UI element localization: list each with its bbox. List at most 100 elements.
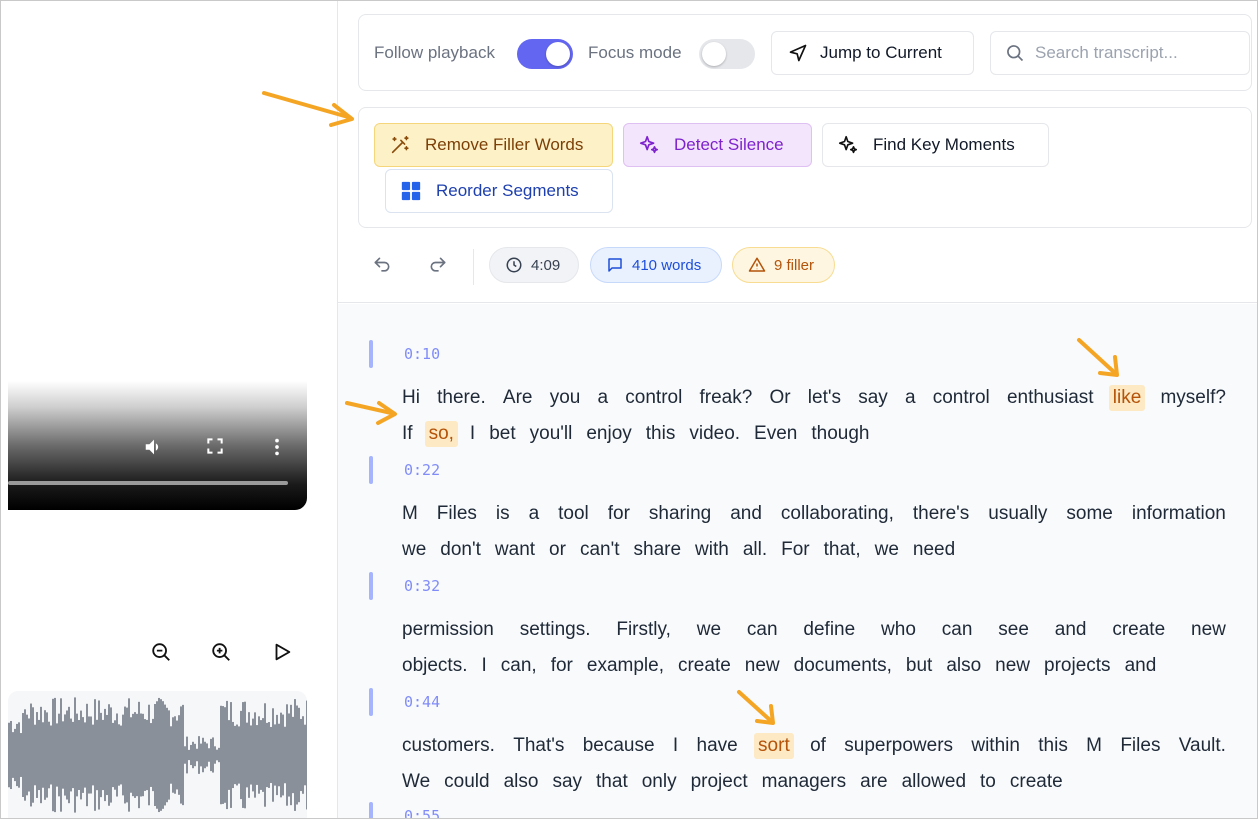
transcript-word[interactable]: say xyxy=(856,385,890,411)
transcript-word[interactable]: myself? xyxy=(1158,385,1227,411)
transcript-word[interactable]: also xyxy=(502,769,541,795)
transcript-word[interactable]: share xyxy=(632,537,684,563)
transcript-word[interactable]: new xyxy=(743,653,782,679)
transcript-word[interactable]: video. xyxy=(687,421,742,447)
transcript-word[interactable]: and xyxy=(1123,653,1159,679)
transcript-word[interactable]: Are xyxy=(501,385,535,411)
transcript-word[interactable]: Even xyxy=(752,421,799,447)
transcript-word[interactable]: project xyxy=(689,769,750,795)
segment-marker[interactable] xyxy=(369,340,373,368)
more-options-icon[interactable] xyxy=(266,436,290,460)
transcript-word[interactable]: create xyxy=(1008,769,1065,795)
segment-timestamp[interactable]: 0:10 xyxy=(404,345,440,363)
segment-marker[interactable] xyxy=(369,572,373,600)
transcript-word[interactable]: don't xyxy=(438,537,483,563)
transcript-word[interactable]: though xyxy=(809,421,871,447)
transcript-word[interactable]: Files xyxy=(1118,733,1162,759)
transcript-word[interactable]: example, xyxy=(585,653,666,679)
transcript-word[interactable]: can't xyxy=(578,537,622,563)
transcript-word[interactable]: enthusiast xyxy=(1005,385,1096,411)
transcript-word[interactable]: we xyxy=(695,617,723,643)
transcript-word[interactable]: some xyxy=(1064,501,1114,527)
transcript-word[interactable]: could xyxy=(442,769,491,795)
transcript-word[interactable]: I xyxy=(479,653,488,679)
transcript-word[interactable]: have xyxy=(695,733,740,759)
transcript-word[interactable]: I xyxy=(671,733,680,759)
transcript-word[interactable]: new xyxy=(993,653,1032,679)
filler-word[interactable]: so, xyxy=(424,421,458,447)
transcript-word[interactable]: usually xyxy=(986,501,1049,527)
transcript-word[interactable]: want xyxy=(493,537,537,563)
transcript-word[interactable]: tool xyxy=(556,501,591,527)
segment-marker[interactable] xyxy=(369,688,373,716)
transcript-word[interactable]: and xyxy=(1053,617,1089,643)
transcript-word[interactable]: We xyxy=(400,769,432,795)
transcript-word[interactable]: Firstly, xyxy=(614,617,673,643)
transcript-word[interactable]: let's xyxy=(806,385,843,411)
transcript-word[interactable]: bet xyxy=(487,421,517,447)
transcript-word[interactable]: also xyxy=(944,653,983,679)
undo-icon[interactable] xyxy=(372,255,394,277)
waveform[interactable] xyxy=(8,691,307,818)
transcript-word[interactable]: that xyxy=(594,769,630,795)
transcript-word[interactable]: define xyxy=(801,617,857,643)
transcript-word[interactable]: there. xyxy=(435,385,488,411)
transcript-word[interactable]: projects xyxy=(1042,653,1113,679)
segment-marker[interactable] xyxy=(369,456,373,484)
transcript-word[interactable]: to xyxy=(978,769,998,795)
transcript-word[interactable]: you xyxy=(548,385,583,411)
redo-icon[interactable] xyxy=(428,255,450,277)
segment-timestamp[interactable]: 0:32 xyxy=(404,577,440,595)
segment-timestamp[interactable]: 0:44 xyxy=(404,693,440,711)
transcript-word[interactable]: can, xyxy=(499,653,539,679)
transcript-word[interactable]: information xyxy=(1130,501,1228,527)
transcript-word[interactable]: For xyxy=(779,537,812,563)
filler-word[interactable]: sort xyxy=(754,733,794,759)
transcript-word[interactable]: collaborating, xyxy=(779,501,896,527)
transcript-word[interactable]: we xyxy=(873,537,901,563)
video-progress-bar[interactable] xyxy=(8,481,288,485)
transcript-word[interactable]: a xyxy=(903,385,918,411)
transcript-word[interactable]: see xyxy=(996,617,1031,643)
transcript-word[interactable]: within xyxy=(969,733,1022,759)
segment-timestamp[interactable]: 0:55 xyxy=(404,807,440,818)
transcript-word[interactable]: can xyxy=(745,617,780,643)
transcript-word[interactable]: Vault. xyxy=(1177,733,1228,759)
remove-filler-words-button[interactable]: Remove Filler Words xyxy=(374,123,613,167)
jump-to-current-button[interactable]: Jump to Current xyxy=(771,31,974,75)
transcript-word[interactable]: you'll xyxy=(528,421,575,447)
transcript-word[interactable]: only xyxy=(640,769,679,795)
transcript-word[interactable]: documents, xyxy=(792,653,894,679)
search-input[interactable] xyxy=(1035,43,1235,63)
transcript-word[interactable]: settings. xyxy=(518,617,593,643)
transcript-word[interactable]: objects. xyxy=(400,653,469,679)
transcript-word[interactable]: because xyxy=(581,733,657,759)
transcript-word[interactable]: Files xyxy=(435,501,479,527)
transcript-word[interactable]: for xyxy=(549,653,575,679)
transcript-word[interactable]: this xyxy=(1036,733,1070,759)
transcript-word[interactable]: this xyxy=(644,421,678,447)
transcript-word[interactable]: say xyxy=(550,769,584,795)
transcript-word[interactable]: or xyxy=(547,537,568,563)
transcript-word[interactable]: of xyxy=(808,733,828,759)
transcript-word[interactable]: is xyxy=(494,501,512,527)
transcript-word[interactable]: create xyxy=(1110,617,1167,643)
zoom-in-icon[interactable] xyxy=(210,641,232,663)
fullscreen-icon[interactable] xyxy=(205,436,229,460)
detect-silence-button[interactable]: Detect Silence xyxy=(623,123,812,167)
transcript-word[interactable]: but xyxy=(904,653,934,679)
play-icon[interactable] xyxy=(271,641,293,663)
transcript-word[interactable]: Hi xyxy=(400,385,422,411)
transcript-word[interactable]: all. xyxy=(741,537,769,563)
transcript-word[interactable]: Or xyxy=(768,385,793,411)
transcript-word[interactable]: a xyxy=(596,385,611,411)
transcript-word[interactable]: are xyxy=(858,769,889,795)
transcript-word[interactable]: create xyxy=(676,653,733,679)
zoom-out-icon[interactable] xyxy=(150,641,172,663)
transcript-word[interactable]: control xyxy=(931,385,992,411)
transcript-word[interactable]: need xyxy=(911,537,957,563)
transcript-word[interactable]: we xyxy=(400,537,428,563)
filler-word[interactable]: like xyxy=(1108,385,1146,411)
transcript-word[interactable]: M xyxy=(1084,733,1104,759)
segment-timestamp[interactable]: 0:22 xyxy=(404,461,440,479)
